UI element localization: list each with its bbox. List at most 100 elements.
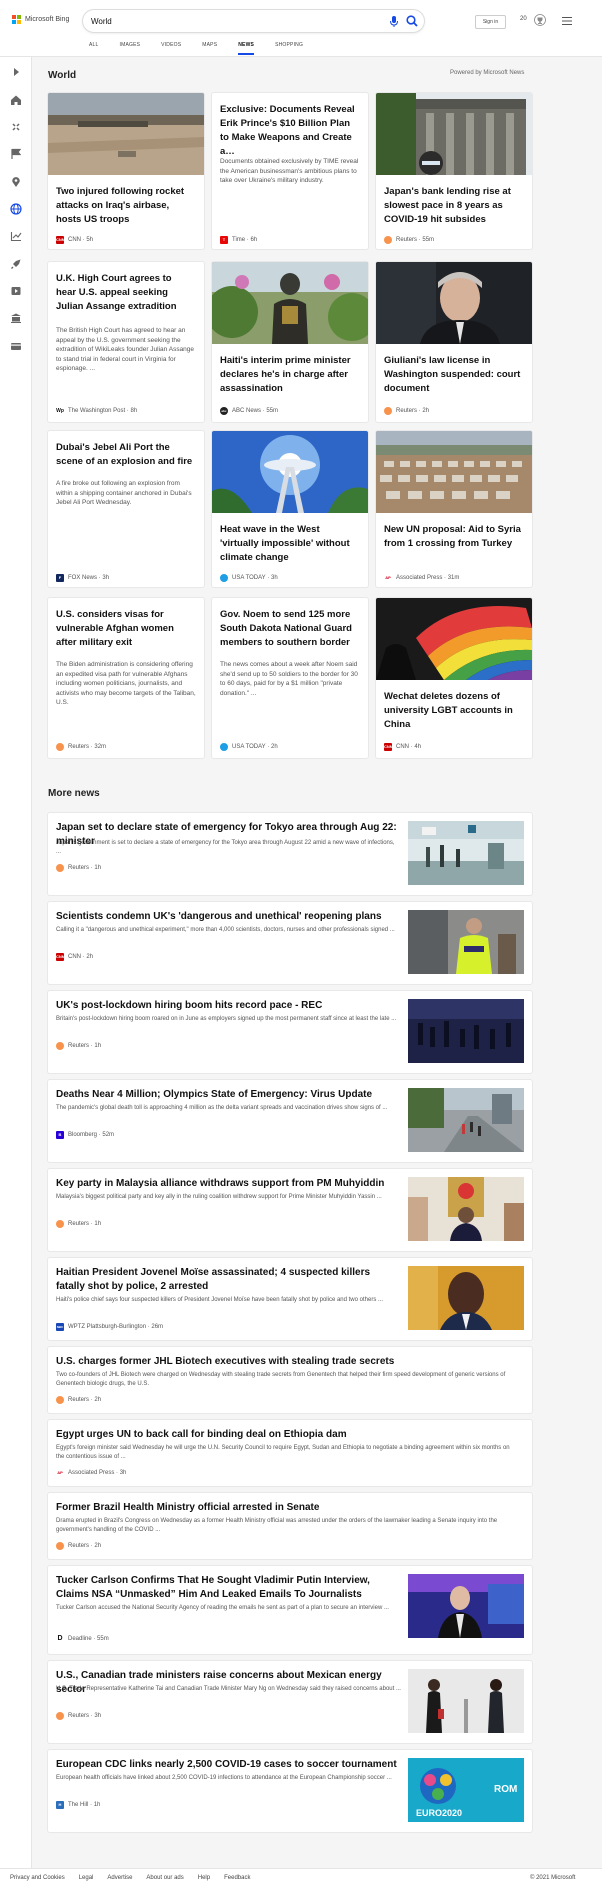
news-card-title[interactable]: U.S. considers visas for vulnerable Afgh… [56, 608, 194, 650]
news-card-haiti-pm[interactable]: Haiti's interim prime minister declares … [212, 262, 368, 422]
news-row-virus-update[interactable]: Deaths Near 4 Million; Olympics State of… [48, 1080, 532, 1162]
location-pin-icon[interactable] [10, 176, 22, 188]
search-icon[interactable] [405, 14, 419, 28]
sparkle-icon[interactable] [10, 121, 22, 133]
tab-all[interactable]: ALL [89, 42, 99, 54]
news-card-title[interactable]: Wechat deletes dozens of university LGBT… [384, 690, 522, 732]
tab-news[interactable]: NEWS [238, 42, 254, 55]
news-card-title[interactable]: Gov. Noem to send 125 more South Dakota … [220, 608, 358, 650]
news-row-japan-emergency[interactable]: Japan set to declare state of emergency … [48, 813, 532, 895]
flag-icon[interactable] [10, 148, 22, 160]
news-row-title[interactable]: Former Brazil Health Ministry official a… [56, 1501, 516, 1515]
news-card-source[interactable]: CNN CNN · 4h [384, 742, 421, 752]
news-row-source[interactable]: Reuters · 2h [56, 1541, 101, 1551]
news-card-title[interactable]: U.K. High Court agrees to hear U.S. appe… [56, 272, 194, 314]
news-row-title[interactable]: Deaths Near 4 Million; Olympics State of… [56, 1088, 401, 1102]
news-card-afghan-visas[interactable]: U.S. considers visas for vulnerable Afgh… [48, 598, 204, 758]
news-card-source[interactable]: USA TODAY · 2h [220, 742, 278, 752]
news-row-malaysia[interactable]: Key party in Malaysia alliance withdraws… [48, 1169, 532, 1251]
news-row-jhl-biotech[interactable]: U.S. charges former JHL Biotech executiv… [48, 1347, 532, 1413]
news-row-source[interactable]: Reuters · 1h [56, 863, 101, 873]
news-row-source[interactable]: H The Hill · 1h [56, 1800, 100, 1810]
news-card-source[interactable]: Reuters · 55m [384, 235, 434, 245]
money-card-icon[interactable] [10, 340, 22, 352]
news-row-tucker[interactable]: Tucker Carlson Confirms That He Sought V… [48, 1566, 532, 1654]
news-row-uk-reopening[interactable]: Scientists condemn UK's 'dangerous and u… [48, 902, 532, 984]
search-input[interactable] [91, 13, 371, 29]
news-card-erik-prince[interactable]: Exclusive: Documents Reveal Erik Prince'… [212, 93, 368, 249]
news-card-dubai-port[interactable]: Dubai's Jebel Ali Port the scene of an e… [48, 431, 204, 587]
news-card-title[interactable]: New UN proposal: Aid to Syria from 1 cro… [384, 523, 522, 551]
rewards-trophy-icon[interactable] [534, 14, 546, 26]
politics-capitol-icon[interactable] [10, 312, 22, 324]
expand-sidebar-icon[interactable] [10, 66, 22, 78]
news-row-source[interactable]: Reuters · 1h [56, 1041, 101, 1051]
news-card-source[interactable]: T Time · 6h [220, 235, 257, 245]
news-row-title[interactable]: Scientists condemn UK's 'dangerous and u… [56, 910, 401, 924]
bing-logo[interactable]: Microsoft Bing [12, 15, 69, 24]
news-row-title[interactable]: Tucker Carlson Confirms That He Sought V… [56, 1574, 401, 1602]
news-card-source[interactable]: AP Associated Press · 31m [384, 573, 459, 583]
news-row-title[interactable]: U.S. charges former JHL Biotech executiv… [56, 1355, 516, 1369]
news-card-title[interactable]: Two injured following rocket attacks on … [56, 185, 194, 227]
news-card-title[interactable]: Dubai's Jebel Ali Port the scene of an e… [56, 441, 194, 469]
news-card-source[interactable]: Reuters · 32m [56, 742, 106, 752]
footer-link-feedback[interactable]: Feedback [224, 1875, 250, 1881]
news-card-syria-aid[interactable]: New UN proposal: Aid to Syria from 1 cro… [376, 431, 532, 587]
tab-maps[interactable]: MAPS [202, 42, 217, 54]
scitech-rocket-icon[interactable] [10, 258, 22, 270]
news-row-ethiopia-dam[interactable]: Egypt urges UN to back call for binding … [48, 1420, 532, 1486]
news-row-title[interactable]: Egypt urges UN to back call for binding … [56, 1428, 516, 1442]
news-card-title[interactable]: Exclusive: Documents Reveal Erik Prince'… [220, 103, 358, 159]
news-card-heatwave[interactable]: Heat wave in the West 'virtually impossi… [212, 431, 368, 587]
news-card-giuliani[interactable]: Giuliani's law license in Washington sus… [376, 262, 532, 422]
footer-link-help[interactable]: Help [198, 1875, 210, 1881]
news-row-brazil[interactable]: Former Brazil Health Ministry official a… [48, 1493, 532, 1559]
footer-link-privacy[interactable]: Privacy and Cookies [10, 1875, 65, 1881]
sign-in-button[interactable]: Sign in [475, 15, 506, 29]
news-row-source[interactable]: AP Associated Press · 3h [56, 1468, 126, 1478]
tab-shopping[interactable]: SHOPPING [275, 42, 303, 54]
news-row-source[interactable]: Reuters · 1h [56, 1219, 101, 1229]
rewards-count[interactable]: 20 [520, 16, 527, 22]
news-card-title[interactable]: Giuliani's law license in Washington sus… [384, 354, 522, 396]
news-row-source[interactable]: D Deadline · 55m [56, 1634, 109, 1644]
news-card-source[interactable]: USA TODAY · 3h [220, 573, 278, 583]
tab-images[interactable]: IMAGES [120, 42, 141, 54]
news-row-uk-hiring[interactable]: UK's post-lockdown hiring boom hits reco… [48, 991, 532, 1073]
home-icon[interactable] [10, 94, 22, 106]
microphone-icon[interactable] [387, 14, 401, 28]
news-card-source[interactable]: CNN CNN · 5h [56, 235, 93, 245]
news-row-source[interactable]: B Bloomberg · 52m [56, 1130, 114, 1140]
news-card-japan-bank[interactable]: Japan's bank lending rise at slowest pac… [376, 93, 532, 249]
news-card-wechat[interactable]: Wechat deletes dozens of university LGBT… [376, 598, 532, 758]
entertainment-icon[interactable] [10, 285, 22, 297]
news-row-title[interactable]: European CDC links nearly 2,500 COVID-19… [56, 1758, 401, 1772]
footer-link-about-ads[interactable]: About our ads [146, 1875, 183, 1881]
menu-icon[interactable] [562, 17, 572, 25]
business-chart-icon[interactable] [10, 230, 22, 242]
news-row-source[interactable]: Reuters · 3h [56, 1711, 101, 1721]
news-card-noem[interactable]: Gov. Noem to send 125 more South Dakota … [212, 598, 368, 758]
news-card-source[interactable]: Wp The Washington Post · 8h [56, 406, 137, 416]
news-row-haiti-president[interactable]: Haitian President Jovenel Moïse assassin… [48, 1258, 532, 1340]
footer-link-advertise[interactable]: Advertise [107, 1875, 132, 1881]
footer-link-legal[interactable]: Legal [79, 1875, 94, 1881]
news-row-source[interactable]: NBC WPTZ Plattsburgh-Burlington · 26m [56, 1322, 163, 1332]
tab-videos[interactable]: VIDEOS [161, 42, 181, 54]
news-row-title[interactable]: Haitian President Jovenel Moïse assassin… [56, 1266, 401, 1294]
news-card-title[interactable]: Japan's bank lending rise at slowest pac… [384, 185, 522, 227]
news-row-source[interactable]: Reuters · 2h [56, 1395, 101, 1405]
news-row-title[interactable]: Key party in Malaysia alliance withdraws… [56, 1177, 401, 1191]
news-card-source[interactable]: Reuters · 2h [384, 406, 429, 416]
news-card-assange[interactable]: U.K. High Court agrees to hear U.S. appe… [48, 262, 204, 422]
news-row-source[interactable]: CNN CNN · 2h [56, 952, 93, 962]
news-card-title[interactable]: Haiti's interim prime minister declares … [220, 354, 358, 396]
world-globe-icon[interactable] [10, 203, 22, 215]
news-row-euro-cdc[interactable]: European CDC links nearly 2,500 COVID-19… [48, 1750, 532, 1832]
news-row-title[interactable]: UK's post-lockdown hiring boom hits reco… [56, 999, 401, 1013]
news-card-iraq[interactable]: Two injured following rocket attacks on … [48, 93, 204, 249]
news-card-title[interactable]: Heat wave in the West 'virtually impossi… [220, 523, 358, 565]
news-card-source[interactable]: abc ABC News · 55m [220, 406, 278, 416]
news-card-source[interactable]: F FOX News · 3h [56, 573, 109, 583]
